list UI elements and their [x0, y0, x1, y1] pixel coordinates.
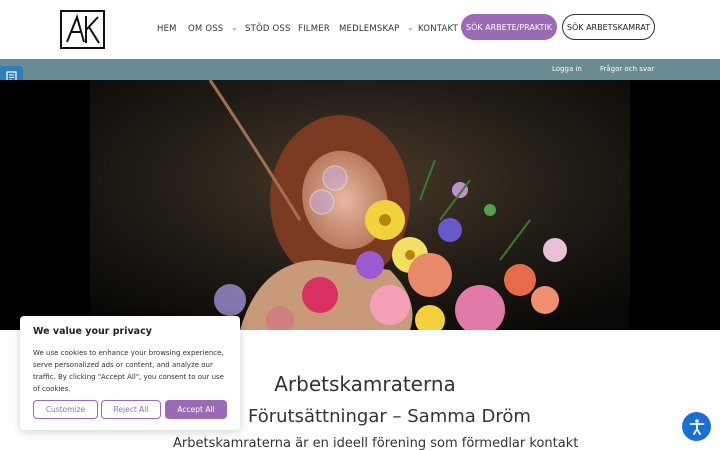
nav-kontakt[interactable]: KONTAKT — [418, 24, 458, 34]
page-subtitle: Förutsättningar – Samma Dröm — [248, 406, 531, 427]
search-job-button[interactable]: SÖK ARBETE/PRAKTIK — [461, 14, 557, 40]
search-colleague-button[interactable]: SÖK ARBETSKAMRAT — [562, 14, 655, 40]
site-logo[interactable] — [60, 10, 105, 49]
nav-filmer[interactable]: FILMER — [298, 24, 330, 34]
nav-hem[interactable]: HEM — [157, 24, 177, 34]
nav-om-oss[interactable]: OM OSS ⌄ — [188, 24, 238, 34]
cookie-title: We value your privacy — [33, 326, 152, 337]
customize-button[interactable]: Customize — [33, 400, 98, 419]
cookie-text: We use cookies to enhance your browsing … — [33, 349, 224, 393]
nav-medlemskap[interactable]: MEDLEMSKAP ⌄ — [339, 24, 414, 34]
site-header: HEM OM OSS ⌄ STÖD OSS FILMER MEDLEMSKAP ⌄ … — [0, 0, 720, 59]
accept-all-button[interactable]: Accept All — [165, 400, 227, 419]
hero-image — [90, 80, 630, 330]
intro-text: Arbetskamraterna är en ideell förening s… — [173, 436, 579, 450]
faq-link[interactable]: Frågor och svar — [600, 65, 654, 73]
top-bar: Logga in Frågor och svar — [0, 59, 720, 80]
cookie-consent-panel: We value your privacy We use cookies to … — [20, 316, 240, 430]
login-link[interactable]: Logga in — [552, 65, 582, 73]
hero-banner — [0, 80, 720, 330]
chevron-down-icon: ⌄ — [407, 24, 414, 32]
reject-all-button[interactable]: Reject All — [101, 400, 161, 419]
chevron-down-icon: ⌄ — [231, 24, 238, 32]
logo-mark — [66, 13, 100, 44]
accessibility-icon[interactable] — [682, 412, 711, 441]
nav-stod-oss[interactable]: STÖD OSS — [245, 24, 291, 34]
